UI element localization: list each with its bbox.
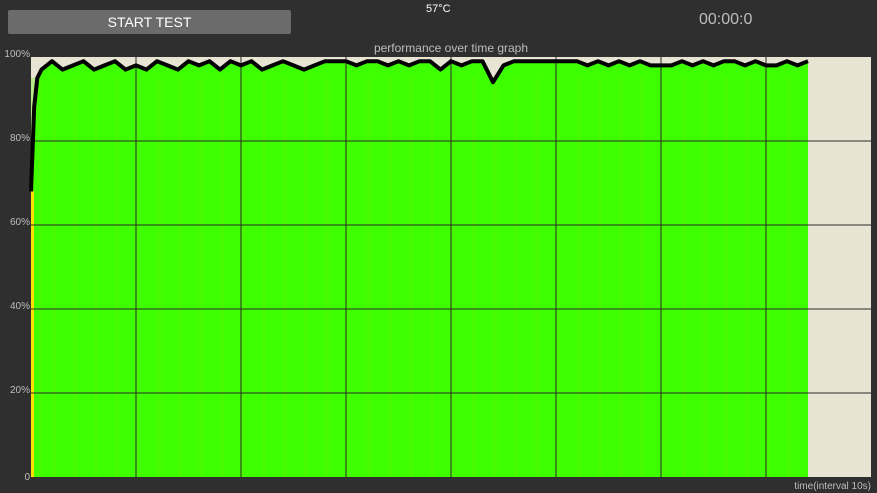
y-tick-label: 40% [10, 301, 30, 312]
area-stripe [283, 78, 287, 477]
area-stripe [199, 78, 203, 477]
area-stripe [178, 78, 182, 477]
area-stripe [661, 78, 665, 477]
area-stripe [577, 78, 581, 477]
y-tick-label: 60% [10, 217, 30, 228]
area-stripe [430, 78, 434, 477]
area-stripe [682, 78, 686, 477]
chart-title: performance over time graph [374, 41, 528, 55]
y-tick-label: 100% [4, 49, 30, 60]
area-stripe [556, 78, 560, 477]
y-tick-label: 80% [10, 133, 30, 144]
y-tick-label: 0 [24, 472, 30, 483]
area-stripe [472, 78, 476, 477]
performance-chart: 0 20% 40% 60% 80% 100% performance over time g… [4, 41, 871, 492]
area-stripe [388, 78, 392, 477]
area-stripe [241, 78, 245, 477]
area-stripe [787, 78, 791, 477]
area-stripe [598, 78, 602, 477]
area-stripe [514, 78, 518, 477]
area-stripe [493, 78, 497, 477]
area-stripe [136, 78, 140, 477]
area-stripe [262, 78, 266, 477]
area-stripe [703, 78, 707, 477]
area-stripe [766, 78, 770, 477]
area-stripe [325, 78, 329, 477]
area-stripe [409, 78, 413, 477]
area-stripe [37, 78, 42, 477]
area-stripe [94, 78, 98, 477]
area-stripe [52, 78, 56, 477]
area-stripe [220, 78, 224, 477]
x-axis-label: time(interval 10s) [794, 481, 871, 492]
area-stripe [73, 78, 77, 477]
area-stripe [535, 78, 539, 477]
performance-area [31, 61, 808, 477]
area-stripe [619, 78, 623, 477]
area-stripe [157, 78, 161, 477]
area-stripe [367, 78, 371, 477]
area-stripe [640, 78, 644, 477]
area-stripe [451, 78, 455, 477]
start-bar [31, 191, 34, 477]
y-tick-label: 20% [10, 385, 30, 396]
area-stripe [745, 78, 749, 477]
area-stripe [304, 78, 308, 477]
area-stripe [115, 78, 119, 477]
area-stripe [346, 78, 350, 477]
area-stripe [724, 78, 728, 477]
